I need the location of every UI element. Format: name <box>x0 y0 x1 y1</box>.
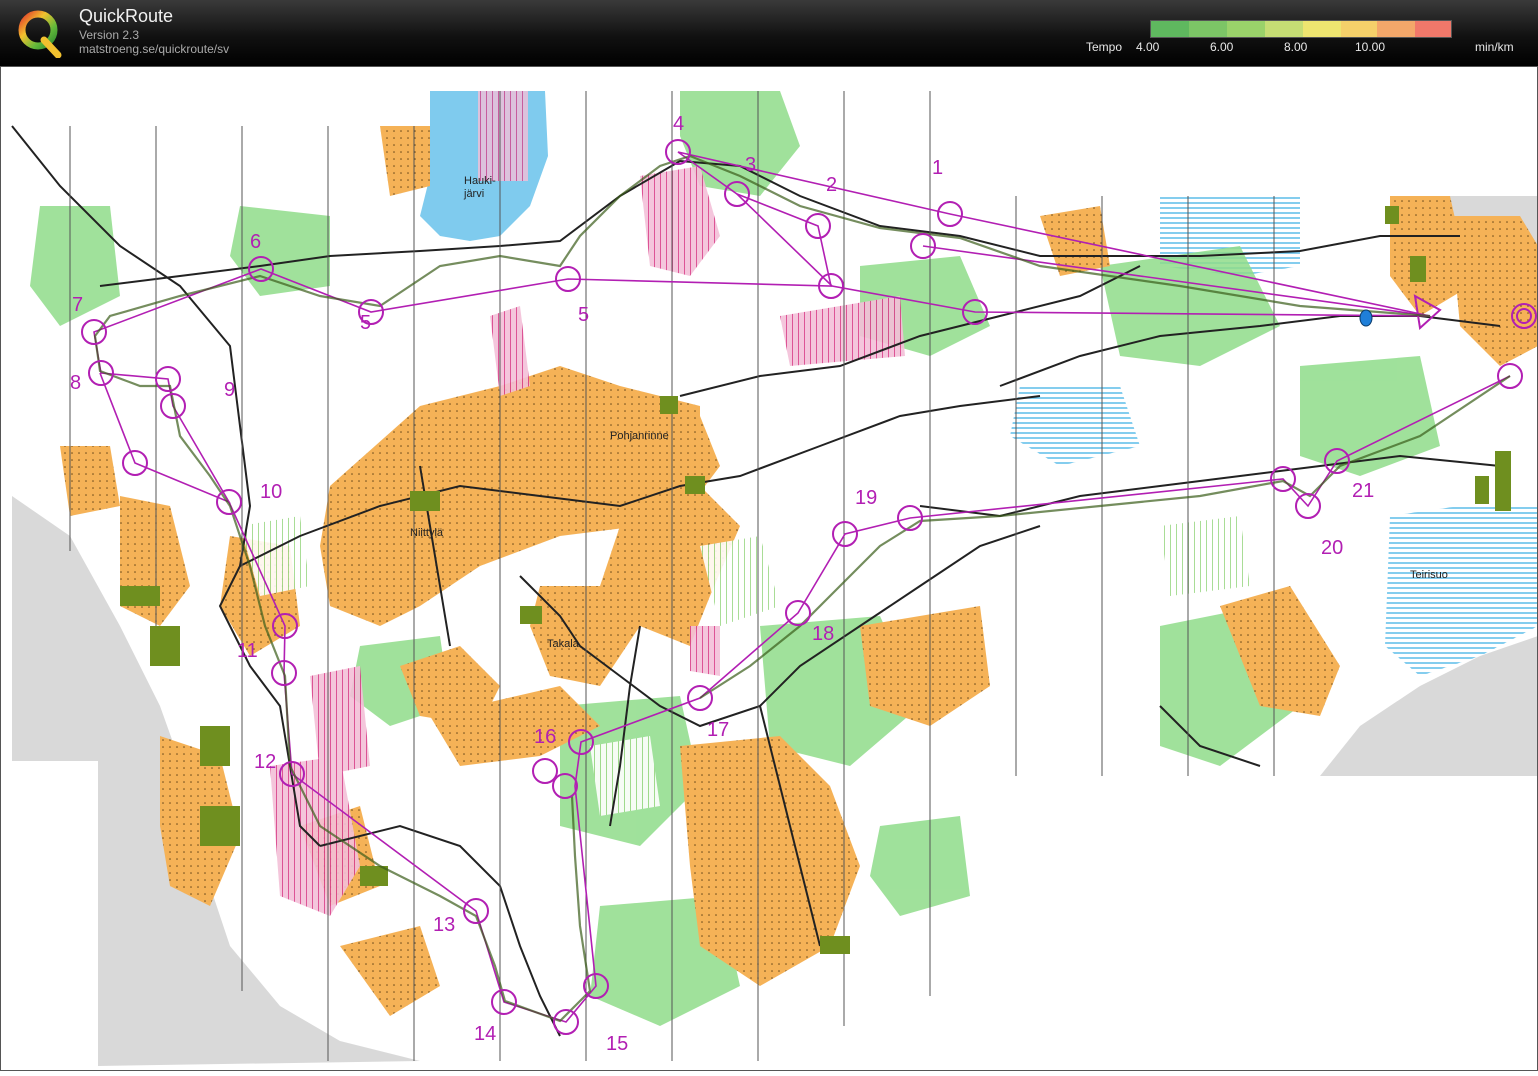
control-number: 13 <box>433 914 455 936</box>
control-number: 9 <box>224 379 235 401</box>
app-version: Version 2.3 <box>79 28 140 42</box>
place-label: Pohjanrinne <box>610 430 669 442</box>
control-number: 17 <box>707 719 729 741</box>
control-number: 8 <box>70 372 81 394</box>
tempo-tick: 10.00 <box>1355 40 1386 54</box>
control-number: 11 <box>237 640 258 662</box>
control-number: 10 <box>260 481 282 503</box>
place-label: Hauki- <box>464 175 496 187</box>
control-number: 21 <box>1352 480 1374 502</box>
current-position-marker <box>1359 309 1373 327</box>
control-number: 4 <box>673 113 684 135</box>
control-number: 1 <box>932 157 943 179</box>
tempo-legend-bar <box>1150 20 1452 38</box>
control-number: 14 <box>474 1023 496 1045</box>
place-label: Teirisuo <box>1410 569 1448 581</box>
control-number: 5 <box>360 312 371 334</box>
app-header: QuickRoute Version 2.3 matstroeng.se/qui… <box>0 0 1538 66</box>
control-number: 7 <box>72 294 83 316</box>
control-number: 3 <box>745 154 756 176</box>
control-number: 18 <box>812 623 834 645</box>
quickroute-logo-icon <box>18 10 62 58</box>
control-number: 2 <box>826 174 837 196</box>
tempo-tick: 6.00 <box>1210 40 1234 54</box>
map-canvas[interactable]: Hauki- järvi Pohjanrinne Niittylä Takala… <box>0 66 1538 1071</box>
control-number: 15 <box>606 1033 628 1055</box>
place-label: järvi <box>463 188 484 200</box>
control-number: 16 <box>534 726 556 748</box>
tempo-label: Tempo <box>1086 40 1123 54</box>
orienteering-map[interactable]: Hauki- järvi Pohjanrinne Niittylä Takala… <box>0 66 1538 1071</box>
control-number: 12 <box>254 751 276 773</box>
restricted-strip <box>478 91 528 181</box>
control-number: 5 <box>578 304 589 326</box>
place-label: Takala <box>547 638 580 650</box>
app-url: matstroeng.se/quickroute/sv <box>79 42 230 56</box>
tempo-tick: 4.00 <box>1136 40 1160 54</box>
tempo-unit: min/km <box>1475 40 1514 54</box>
control-number: 6 <box>250 231 261 253</box>
tempo-tick: 8.00 <box>1284 40 1308 54</box>
app-title: QuickRoute <box>79 6 174 26</box>
control-number: 19 <box>855 487 877 509</box>
control-number: 20 <box>1321 537 1343 559</box>
place-label: Niittylä <box>410 527 444 539</box>
